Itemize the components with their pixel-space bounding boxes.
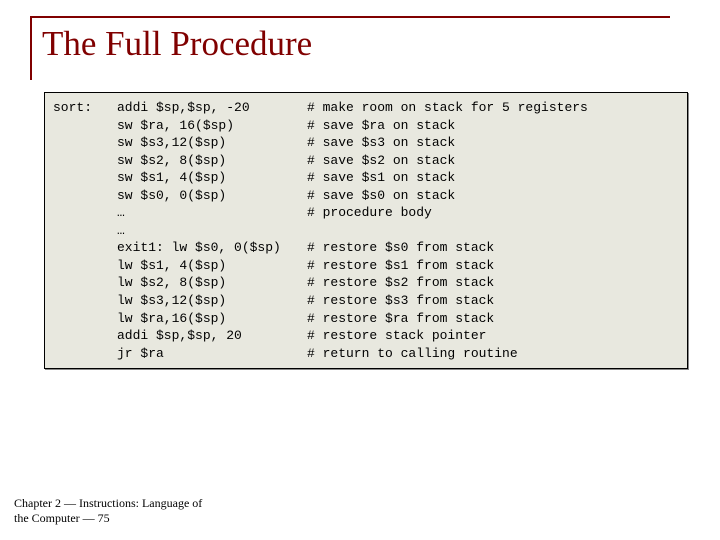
code-label bbox=[53, 204, 117, 222]
code-instruction: sw $s3,12($sp) bbox=[117, 134, 307, 152]
code-comment: # restore $ra from stack bbox=[307, 310, 679, 328]
code-instruction: sw $ra, 16($sp) bbox=[117, 117, 307, 135]
code-label: sort: bbox=[53, 99, 117, 117]
title-block: The Full Procedure bbox=[26, 16, 690, 64]
code-instruction: addi $sp,$sp, 20 bbox=[117, 327, 307, 345]
code-instruction: sw $s0, 0($sp) bbox=[117, 187, 307, 205]
code-label bbox=[53, 345, 117, 363]
code-comment: # return to calling routine bbox=[307, 345, 679, 363]
code-label bbox=[53, 222, 117, 240]
code-row: sw $s0, 0($sp)# save $s0 on stack bbox=[53, 187, 679, 205]
code-comment: # save $ra on stack bbox=[307, 117, 679, 135]
code-comment: # restore $s3 from stack bbox=[307, 292, 679, 310]
code-instruction: sw $s2, 8($sp) bbox=[117, 152, 307, 170]
code-label bbox=[53, 187, 117, 205]
code-comment: # save $s2 on stack bbox=[307, 152, 679, 170]
code-instruction: … bbox=[117, 222, 307, 240]
code-instruction: lw $s2, 8($sp) bbox=[117, 274, 307, 292]
code-comment bbox=[307, 222, 679, 240]
code-label bbox=[53, 310, 117, 328]
code-comment: # save $s0 on stack bbox=[307, 187, 679, 205]
slide: The Full Procedure sort:addi $sp,$sp, -2… bbox=[0, 0, 720, 540]
code-instruction: sw $s1, 4($sp) bbox=[117, 169, 307, 187]
code-row: sw $ra, 16($sp)# save $ra on stack bbox=[53, 117, 679, 135]
code-row: sw $s3,12($sp)# save $s3 on stack bbox=[53, 134, 679, 152]
code-comment: # save $s1 on stack bbox=[307, 169, 679, 187]
code-row: …# procedure body bbox=[53, 204, 679, 222]
code-row: jr $ra# return to calling routine bbox=[53, 345, 679, 363]
code-row: lw $s2, 8($sp)# restore $s2 from stack bbox=[53, 274, 679, 292]
code-instruction: lw $s1, 4($sp) bbox=[117, 257, 307, 275]
code-instruction: exit1: lw $s0, 0($sp) bbox=[117, 239, 307, 257]
code-row: lw $ra,16($sp)# restore $ra from stack bbox=[53, 310, 679, 328]
code-row: … bbox=[53, 222, 679, 240]
code-label bbox=[53, 274, 117, 292]
code-instruction: jr $ra bbox=[117, 345, 307, 363]
code-row: sw $s2, 8($sp)# save $s2 on stack bbox=[53, 152, 679, 170]
code-comment: # restore $s0 from stack bbox=[307, 239, 679, 257]
code-label bbox=[53, 327, 117, 345]
code-row: sort:addi $sp,$sp, -20# make room on sta… bbox=[53, 99, 679, 117]
slide-footer: Chapter 2 — Instructions: Language of th… bbox=[14, 496, 204, 526]
code-label bbox=[53, 134, 117, 152]
code-comment: # restore $s1 from stack bbox=[307, 257, 679, 275]
title-rule-left bbox=[30, 16, 32, 80]
code-row: addi $sp,$sp, 20# restore stack pointer bbox=[53, 327, 679, 345]
code-comment: # save $s3 on stack bbox=[307, 134, 679, 152]
code-label bbox=[53, 257, 117, 275]
code-label bbox=[53, 117, 117, 135]
code-comment: # restore $s2 from stack bbox=[307, 274, 679, 292]
code-label bbox=[53, 292, 117, 310]
code-label bbox=[53, 169, 117, 187]
code-label bbox=[53, 239, 117, 257]
code-instruction: lw $ra,16($sp) bbox=[117, 310, 307, 328]
code-comment: # make room on stack for 5 registers bbox=[307, 99, 679, 117]
code-row: lw $s3,12($sp)# restore $s3 from stack bbox=[53, 292, 679, 310]
code-comment: # procedure body bbox=[307, 204, 679, 222]
code-row: exit1: lw $s0, 0($sp)# restore $s0 from … bbox=[53, 239, 679, 257]
code-instruction: lw $s3,12($sp) bbox=[117, 292, 307, 310]
page-title: The Full Procedure bbox=[42, 24, 690, 64]
title-rule bbox=[30, 16, 670, 18]
code-comment: # restore stack pointer bbox=[307, 327, 679, 345]
code-listing: sort:addi $sp,$sp, -20# make room on sta… bbox=[44, 92, 688, 369]
code-label bbox=[53, 152, 117, 170]
code-row: lw $s1, 4($sp)# restore $s1 from stack bbox=[53, 257, 679, 275]
code-instruction: … bbox=[117, 204, 307, 222]
code-row: sw $s1, 4($sp)# save $s1 on stack bbox=[53, 169, 679, 187]
code-instruction: addi $sp,$sp, -20 bbox=[117, 99, 307, 117]
